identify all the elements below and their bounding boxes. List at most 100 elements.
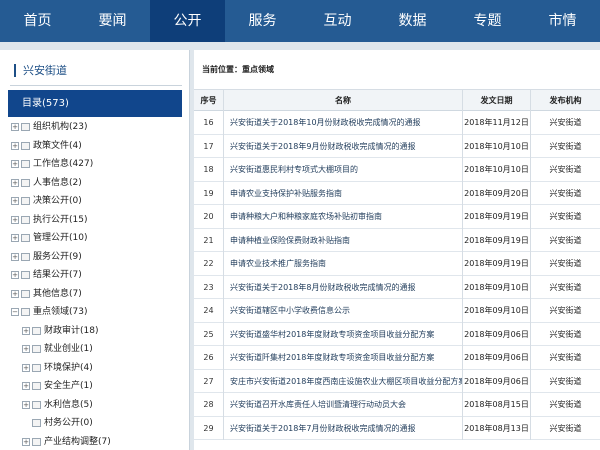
row-number: 22 [194,252,224,276]
tree-item[interactable]: 村务公开(0) [0,414,189,433]
tree-item[interactable]: + 执行公开(15) [0,211,189,230]
document-link[interactable]: 兴安街道关于2018年9月份财政税收完成情况的通报 [224,134,463,158]
expand-icon[interactable]: + [11,252,19,261]
expand-icon[interactable]: + [11,178,19,187]
tree-item[interactable]: + 其他信息(7) [0,285,189,304]
expand-icon[interactable]: + [11,215,19,224]
nav-item[interactable]: 首页 [0,0,75,42]
document-link[interactable]: 申请农业技术推广服务指南 [224,252,463,276]
tree-item[interactable]: + 人事信息(2) [0,174,189,193]
nav-divider [0,42,600,50]
tree-item[interactable]: + 财政审计(18) [0,322,189,341]
row-number: 26 [194,346,224,370]
nav-item[interactable]: 要闻 [75,0,150,42]
nav-item[interactable]: 数据 [375,0,450,42]
document-link[interactable]: 兴安街道关于2018年7月份财政税收完成情况的通报 [224,416,463,440]
nav-item[interactable]: 服务 [225,0,300,42]
expand-icon[interactable]: + [22,326,30,335]
document-link[interactable]: 兴安街道盛华村2018年度财政专项资金项目收益分配方案 [224,322,463,346]
nav-item[interactable]: 市情 [525,0,600,42]
tree-item[interactable]: + 结果公开(7) [0,266,189,285]
folder-icon [32,345,41,353]
tree-item-label: 组织机构(23) [33,122,88,132]
tree-item[interactable]: + 工作信息(427) [0,155,189,174]
tree-item-label: 政策文件(4) [33,140,82,151]
tree-item[interactable]: + 环境保护(4) [0,359,189,378]
table-body: 16 兴安街道关于2018年10月份财政税收完成情况的通报 2018年11月12日兴… [194,111,600,440]
tree-item[interactable]: + 决策公开(0) [0,192,189,211]
tree-item[interactable]: + 管理公开(10) [0,229,189,248]
publisher: 兴安街道 [549,329,582,339]
document-link[interactable]: 兴安街道阡集村2018年度财政专项资金项目收益分配方案 [224,346,463,370]
document-link[interactable]: 申请种植业保险保费财政补贴指南 [224,228,463,252]
expand-icon[interactable]: + [22,382,30,390]
tree-item[interactable]: + 水利信息(5) [0,396,189,415]
document-link[interactable]: 兴安街道召开水库责任人培训暨清理行动动员大会 [224,393,463,417]
publisher: 兴安街道 [549,282,582,292]
folder-icon [32,419,41,427]
tree-item[interactable]: + 政策文件(4) [0,137,189,156]
tree-item[interactable]: + 安全生产(1) [0,377,189,396]
document-link[interactable]: 兴安街道关于2018年10月份财政税收完成情况的通报 [224,111,463,135]
publish-date: 2018年09月06日 [463,369,531,393]
expand-icon[interactable]: + [22,437,30,446]
publisher: 兴安街道 [549,235,582,245]
document-link[interactable]: 安庄市兴安街道2018年度西南庄设施农业大棚区项目收益分配方案 [224,369,463,393]
publish-date: 2018年10月10日 [463,158,531,182]
nav-item[interactable]: 互动 [300,0,375,42]
document-link[interactable]: 兴安街道惠民利村专项式大棚项目的 [224,158,463,182]
row-number: 20 [194,205,224,229]
expand-icon[interactable]: + [11,271,19,279]
category-tree: + 组织机构(23) + 政策文件(4) + 工作信息(427) + 人事信息(2) + 决策公开… [0,118,189,450]
publisher: 兴安街道 [549,141,582,151]
main-content: 当前位置：重点领域 序号 名称 发文日期 发布机构 16 兴安街道关于2018年1… [194,50,600,450]
nav-item[interactable]: 公开 [150,0,225,42]
expand-icon[interactable]: + [11,123,19,131]
tree-item[interactable]: − 重点领域(73) [0,303,189,322]
publish-date: 2018年08月13日 [463,416,531,440]
collapse-icon[interactable]: − [11,308,19,316]
publisher: 兴安街道 [549,165,582,174]
publisher: 兴安街道 [549,118,582,127]
row-number: 25 [194,322,224,346]
tree-item[interactable]: + 组织机构(23) [0,118,189,137]
folder-icon [21,271,30,279]
folder-icon [21,289,30,298]
tree-item-label: 管理公开(10) [33,233,88,243]
expand-icon[interactable]: + [11,289,19,298]
document-link[interactable]: 申请农业支持保护补贴服务指南 [224,181,463,205]
folder-icon [21,160,30,168]
folder-icon [32,437,41,446]
expand-icon[interactable]: + [11,234,19,242]
tree-item-label: 就业创业(1) [44,344,93,354]
row-number: 21 [194,228,224,252]
expand-icon[interactable]: + [22,400,30,409]
table-row: 21 申请种植业保险保费财政补贴指南 2018年09月19日 兴安街道 [194,228,600,252]
tree-item[interactable]: + 服务公开(9) [0,248,189,267]
expand-icon[interactable]: + [22,363,30,372]
table-row: 20 申请种粮大户和种粮家庭农场补贴初审指南 2018年09月19日 兴安街道 [194,205,600,229]
nav-item[interactable]: 专题 [450,0,525,42]
expand-icon[interactable]: + [11,160,19,168]
document-link[interactable]: 申请种粮大户和种粮家庭农场补贴初审指南 [224,205,463,229]
table-row: 28 兴安街道召开水库责任人培训暨清理行动动员大会 2018年08月15日 兴安街道 [194,393,600,417]
expand-icon[interactable]: + [22,345,30,353]
folder-icon [32,400,41,409]
folder-icon [32,326,41,335]
row-number: 23 [194,275,224,299]
publish-date: 2018年10月10日 [463,134,531,158]
publish-date: 2018年09月19日 [463,228,531,252]
document-link[interactable]: 兴安街道关于2018年8月份财政税收完成情况的通报 [224,275,463,299]
row-number: 16 [194,111,224,135]
sidebar-title: 兴安街道 [14,64,67,77]
publisher: 兴安街道 [549,188,582,198]
publish-date: 2018年09月10日 [463,275,531,299]
catalog-root-item[interactable]: 目录(573) [8,90,182,117]
tree-item-label: 人事信息(2) [33,177,82,188]
tree-item[interactable]: + 产业结构调整(7) [0,433,189,450]
document-link[interactable]: 兴安街道辖区中小学收费信息公示 [224,299,463,323]
tree-item[interactable]: + 就业创业(1) [0,340,189,359]
expand-icon[interactable]: + [11,197,19,205]
expand-icon[interactable]: + [11,141,19,150]
header-date: 发文日期 [463,90,531,111]
